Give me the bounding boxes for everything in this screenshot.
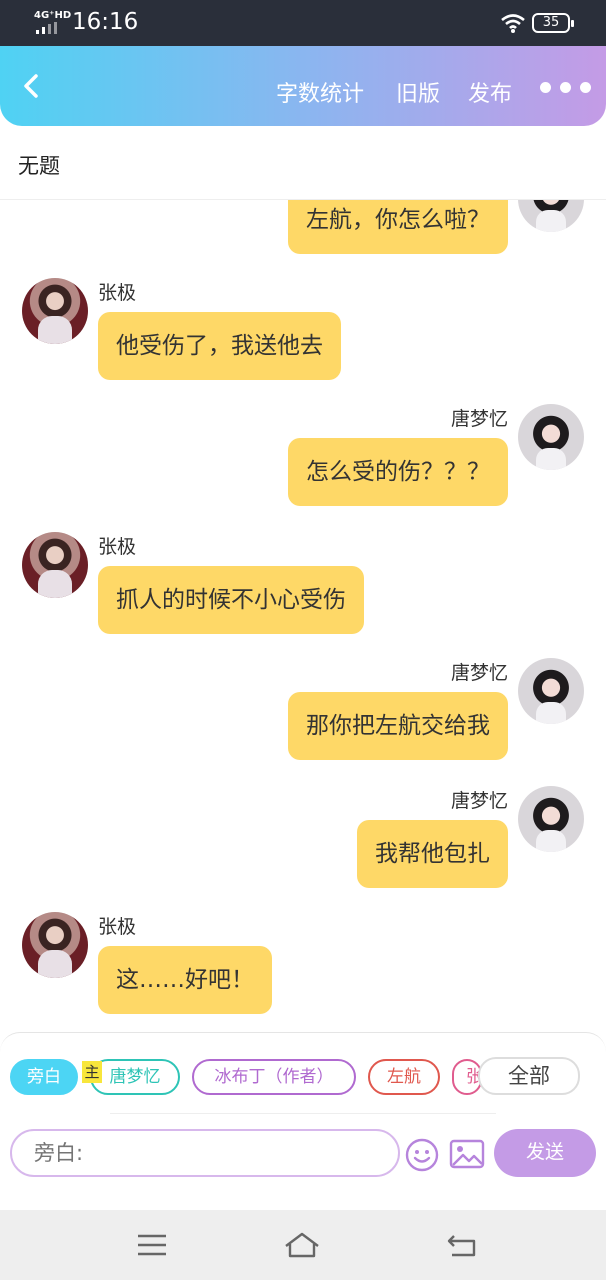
speaker-name: 张极 [98,282,137,304]
back-button[interactable] [14,66,50,106]
message-bubble[interactable]: 这……好吧！ [98,946,272,1014]
story-title-row[interactable]: 无题 [0,126,606,200]
composer-panel: 旁白 唐梦忆 主 冰布丁（作者） 左航 张 全部 发送 [0,1032,606,1210]
menu-icon[interactable] [134,1230,170,1260]
publish-button[interactable]: 发布 [468,76,512,108]
smiley-icon[interactable] [404,1137,440,1173]
avatar[interactable] [518,786,584,852]
main-role-badge: 主 [82,1061,102,1083]
more-dots-icon[interactable] [540,82,592,94]
avatar[interactable] [518,200,584,232]
role-chip-zuo-hang[interactable]: 左航 [368,1059,440,1095]
message-bubble[interactable]: 左航，你怎么啦？ [288,200,508,254]
wifi-icon [501,14,525,33]
signal-icon [36,22,62,34]
network-type: 4G⁺HD [34,10,72,21]
clock: 16:16 [72,9,139,35]
avatar[interactable] [22,278,88,344]
home-icon[interactable] [284,1230,320,1260]
system-nav-bar [0,1210,606,1280]
story-title: 无题 [18,154,60,178]
battery-indicator: 35 [532,13,574,33]
speaker-name: 唐梦忆 [450,408,508,430]
all-roles-button[interactable]: 全部 [478,1057,580,1095]
role-chip-author[interactable]: 冰布丁（作者） [192,1059,356,1095]
speaker-name: 张极 [98,916,137,938]
message-bubble[interactable]: 我帮他包扎 [357,820,508,888]
divider [110,1113,496,1114]
top-app-bar: 字数统计 旧版 发布 [0,46,606,126]
word-count-button[interactable]: 字数统计 [276,76,364,108]
message-bubble[interactable]: 抓人的时候不小心受伤 [98,566,364,634]
back-nav-icon[interactable] [444,1230,480,1260]
message-bubble[interactable]: 他受伤了，我送他去 [98,312,341,380]
role-chip-narrator[interactable]: 旁白 [10,1059,78,1095]
role-chip-tang-mengyi[interactable]: 唐梦忆 [90,1059,180,1095]
old-version-button[interactable]: 旧版 [396,76,440,108]
chat-area[interactable]: 左航，你怎么啦？ 张极 他受伤了，我送他去 唐梦忆 怎么受的伤？？？ 张极 抓人… [0,200,606,1032]
avatar[interactable] [518,404,584,470]
avatar[interactable] [22,912,88,978]
speaker-name: 张极 [98,536,137,558]
message-input[interactable] [10,1129,400,1177]
avatar[interactable] [518,658,584,724]
message-bubble[interactable]: 那你把左航交给我 [288,692,508,760]
speaker-name: 唐梦忆 [450,662,508,684]
speaker-name: 唐梦忆 [450,790,508,812]
status-bar: 4G⁺HD 16:16 35 [0,0,606,48]
send-button[interactable]: 发送 [494,1129,596,1177]
message-bubble[interactable]: 怎么受的伤？？？ [288,438,508,506]
image-icon[interactable] [448,1137,486,1171]
avatar[interactable] [22,532,88,598]
